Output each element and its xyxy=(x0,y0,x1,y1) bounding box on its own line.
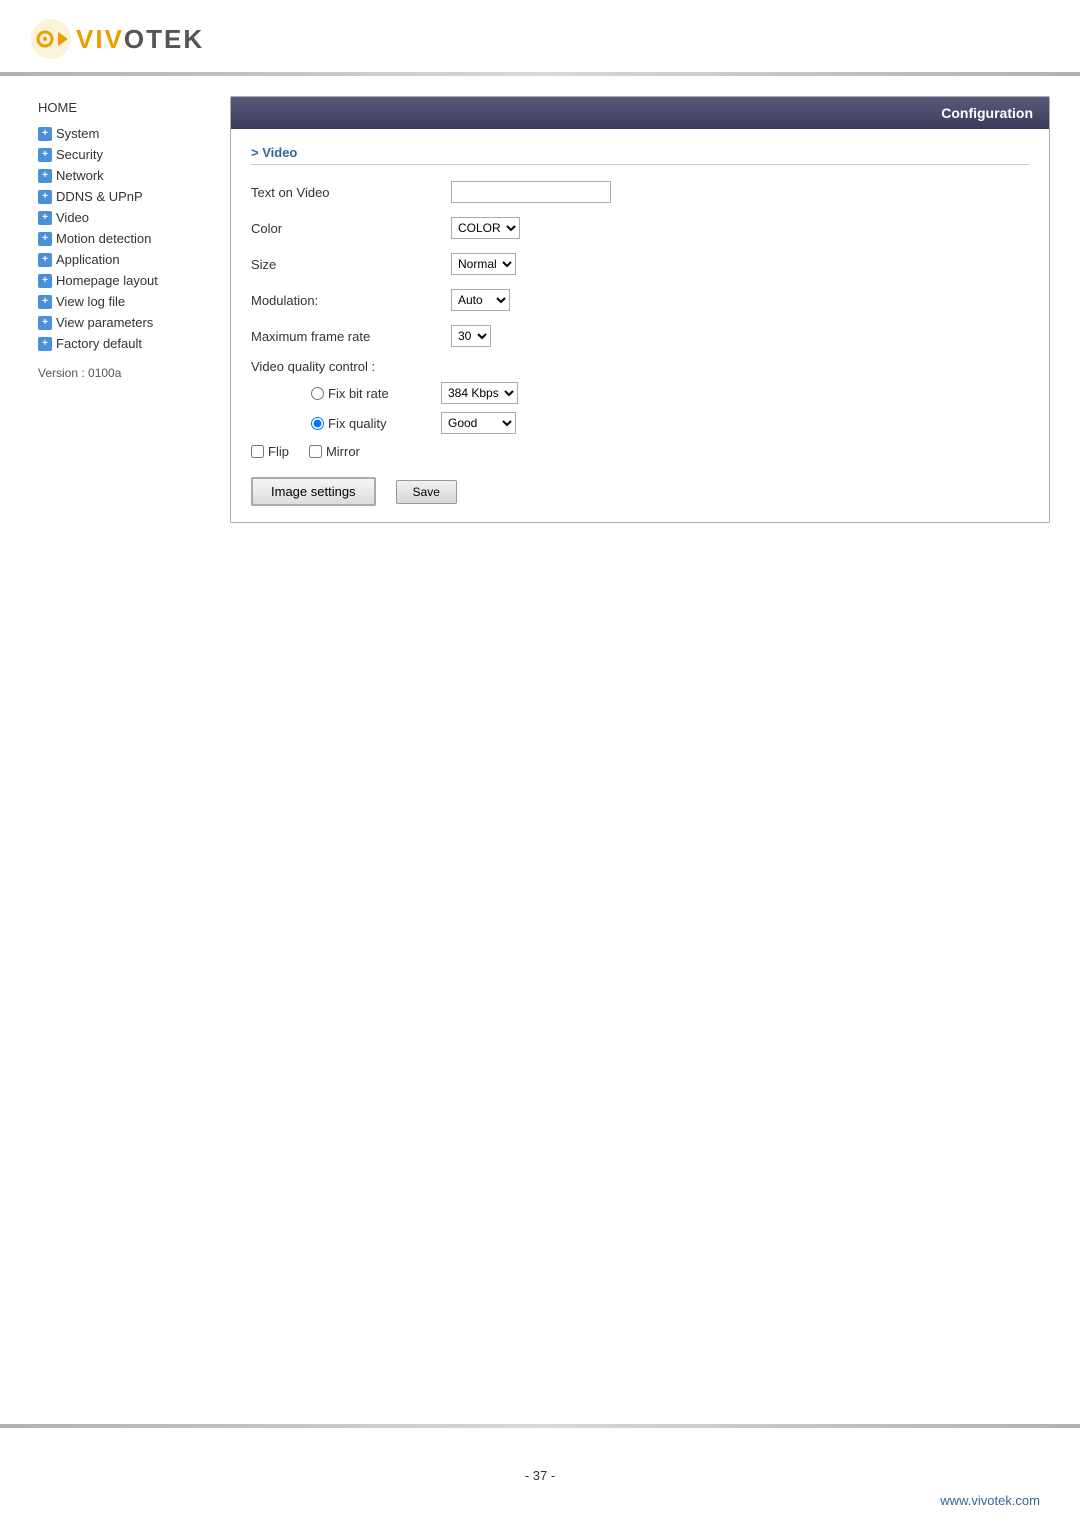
sidebar-item-homepage[interactable]: + Homepage layout xyxy=(30,270,230,291)
size-row: Size Normal Large Small xyxy=(251,251,1029,277)
text-on-video-control xyxy=(451,181,611,203)
vq-label: Video quality control : xyxy=(251,359,1029,374)
bottom-separator xyxy=(0,1424,1080,1428)
sidebar-label-system: System xyxy=(56,126,99,141)
expand-icon-ddns: + xyxy=(38,190,52,204)
fix-quality-radio-label[interactable]: Fix quality xyxy=(311,416,441,431)
logo-icon xyxy=(30,18,72,60)
expand-icon-network: + xyxy=(38,169,52,183)
sidebar-item-motion[interactable]: + Motion detection xyxy=(30,228,230,249)
sidebar-label-network: Network xyxy=(56,168,104,183)
modulation-select[interactable]: Auto NTSC PAL xyxy=(451,289,510,311)
modulation-control: Auto NTSC PAL xyxy=(451,289,510,311)
version-text: Version : 0100a xyxy=(30,354,230,392)
framerate-row: Maximum frame rate 30 25 20 15 10 5 xyxy=(251,323,1029,349)
fix-quality-row: Fix quality Good Medium Standard Detaile… xyxy=(311,412,1029,434)
color-label: Color xyxy=(251,221,451,236)
sidebar-item-viewparams[interactable]: + View parameters xyxy=(30,312,230,333)
fix-quality-radio[interactable] xyxy=(311,417,324,430)
page-title: Configuration xyxy=(941,105,1033,121)
flip-label[interactable]: Flip xyxy=(251,444,289,459)
section-title: > Video xyxy=(251,145,1029,165)
expand-icon-factory: + xyxy=(38,337,52,351)
size-select[interactable]: Normal Large Small xyxy=(451,253,516,275)
sidebar-item-video[interactable]: + Video xyxy=(30,207,230,228)
size-control: Normal Large Small xyxy=(451,253,516,275)
flip-mirror-row: Flip Mirror xyxy=(251,444,1029,459)
logo-text: VIVOTEK xyxy=(76,24,204,55)
sidebar-item-system[interactable]: + System xyxy=(30,123,230,144)
content-header: Configuration xyxy=(231,97,1049,129)
sidebar-label-application: Application xyxy=(56,252,120,267)
flip-checkbox[interactable] xyxy=(251,445,264,458)
expand-icon-viewparams: + xyxy=(38,316,52,330)
fix-bitrate-radio[interactable] xyxy=(311,387,324,400)
text-on-video-input[interactable] xyxy=(451,181,611,203)
main-container: HOME + System + Security + Network + DDN… xyxy=(0,76,1080,543)
content-area: Configuration > Video Text on Video Colo… xyxy=(230,96,1050,523)
sidebar-item-viewlog[interactable]: + View log file xyxy=(30,291,230,312)
mirror-label[interactable]: Mirror xyxy=(309,444,360,459)
text-on-video-row: Text on Video xyxy=(251,179,1029,205)
content-body: > Video Text on Video Color COLOR B&W xyxy=(231,129,1049,522)
sidebar-item-application[interactable]: + Application xyxy=(30,249,230,270)
size-label: Size xyxy=(251,257,451,272)
framerate-select[interactable]: 30 25 20 15 10 5 xyxy=(451,325,491,347)
sidebar-label-ddns: DDNS & UPnP xyxy=(56,189,143,204)
sidebar-label-viewparams: View parameters xyxy=(56,315,153,330)
page-number: - 37 - xyxy=(0,1468,1080,1483)
sidebar-item-factory[interactable]: + Factory default xyxy=(30,333,230,354)
sidebar-home[interactable]: HOME xyxy=(30,96,230,119)
sidebar-item-security[interactable]: + Security xyxy=(30,144,230,165)
page-header: VIVOTEK xyxy=(0,0,1080,72)
fix-bitrate-radio-label[interactable]: Fix bit rate xyxy=(311,386,441,401)
sidebar-label-homepage: Homepage layout xyxy=(56,273,158,288)
sidebar-label-factory: Factory default xyxy=(56,336,142,351)
expand-icon-application: + xyxy=(38,253,52,267)
color-control: COLOR B&W xyxy=(451,217,520,239)
footer: - 37 - www.vivotek.com xyxy=(0,1468,1080,1508)
color-select[interactable]: COLOR B&W xyxy=(451,217,520,239)
image-settings-button[interactable]: Image settings xyxy=(251,477,376,506)
sidebar-label-viewlog: View log file xyxy=(56,294,125,309)
fix-bitrate-label: Fix bit rate xyxy=(328,386,389,401)
fix-bitrate-row: Fix bit rate 384 Kbps 512 Kbps 768 Kbps … xyxy=(311,382,1029,404)
expand-icon-homepage: + xyxy=(38,274,52,288)
sidebar: HOME + System + Security + Network + DDN… xyxy=(30,96,230,523)
modulation-label: Modulation: xyxy=(251,293,451,308)
website-link: www.vivotek.com xyxy=(0,1493,1080,1508)
sidebar-label-motion: Motion detection xyxy=(56,231,151,246)
expand-icon-viewlog: + xyxy=(38,295,52,309)
expand-icon-security: + xyxy=(38,148,52,162)
flip-text: Flip xyxy=(268,444,289,459)
expand-icon-system: + xyxy=(38,127,52,141)
color-row: Color COLOR B&W xyxy=(251,215,1029,241)
expand-icon-video: + xyxy=(38,211,52,225)
sidebar-label-video: Video xyxy=(56,210,89,225)
bitrate-select[interactable]: 384 Kbps 512 Kbps 768 Kbps 1 Mbps 1.5 Mb… xyxy=(441,382,518,404)
quality-select[interactable]: Good Medium Standard Detailed Excellent xyxy=(441,412,516,434)
sidebar-item-ddns[interactable]: + DDNS & UPnP xyxy=(30,186,230,207)
mirror-checkbox[interactable] xyxy=(309,445,322,458)
modulation-row: Modulation: Auto NTSC PAL xyxy=(251,287,1029,313)
framerate-control: 30 25 20 15 10 5 xyxy=(451,325,491,347)
button-row: Image settings Save xyxy=(251,477,1029,506)
save-button[interactable]: Save xyxy=(396,480,457,504)
mirror-text: Mirror xyxy=(326,444,360,459)
framerate-label: Maximum frame rate xyxy=(251,329,451,344)
video-quality-section: Video quality control : Fix bit rate 384… xyxy=(251,359,1029,434)
logo: VIVOTEK xyxy=(30,18,1050,60)
sidebar-item-network[interactable]: + Network xyxy=(30,165,230,186)
text-on-video-label: Text on Video xyxy=(251,185,451,200)
fix-quality-label: Fix quality xyxy=(328,416,387,431)
expand-icon-motion: + xyxy=(38,232,52,246)
sidebar-label-security: Security xyxy=(56,147,103,162)
